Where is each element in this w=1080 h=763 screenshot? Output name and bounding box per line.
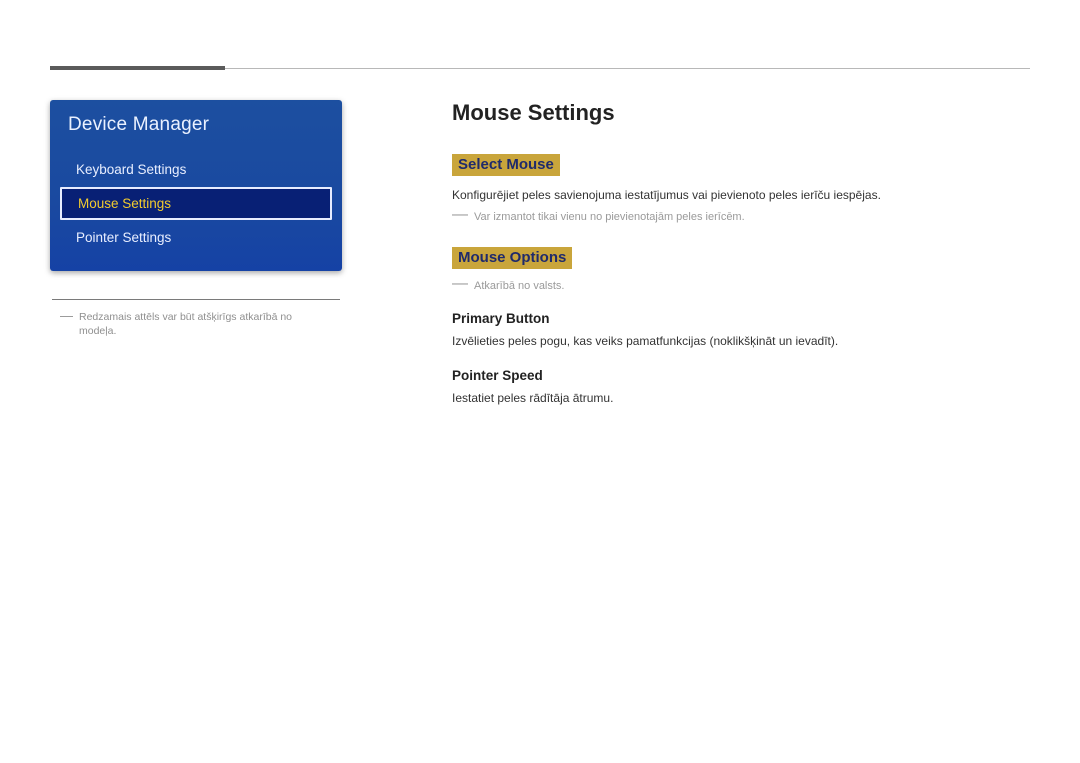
sidebar-footnote-text: Redzamais attēls var būt atšķirīgs atkar… [79, 310, 332, 338]
section-heading: Mouse Options [452, 247, 572, 269]
content-row: Device Manager Keyboard Settings Mouse S… [50, 100, 1030, 413]
dash-icon: ― [452, 207, 468, 223]
sidebar-item-label: Pointer Settings [76, 230, 171, 245]
section-note: ― Var izmantot tikai vienu no pievienota… [452, 210, 1030, 225]
section-heading: Select Mouse [452, 154, 560, 176]
subsection-heading-pointer-speed: Pointer Speed [452, 368, 1030, 383]
subsection-heading-primary-button: Primary Button [452, 311, 1030, 326]
sidebar-item-pointer-settings[interactable]: Pointer Settings [50, 222, 342, 253]
page-title: Mouse Settings [452, 100, 1030, 126]
device-manager-panel: Device Manager Keyboard Settings Mouse S… [50, 100, 342, 271]
section-note-text: Atkarībā no valsts. [474, 279, 565, 294]
sidebar-item-label: Mouse Settings [78, 196, 171, 211]
section-select-mouse: Select Mouse Konfigurējiet peles savieno… [452, 154, 1030, 225]
sidebar-item-label: Keyboard Settings [76, 162, 186, 177]
section-body: Konfigurējiet peles savienojuma iestatīj… [452, 186, 1030, 204]
dash-icon: ― [452, 276, 468, 292]
dash-icon: ― [60, 309, 73, 322]
header-accent [50, 66, 225, 70]
sidebar-divider [52, 299, 340, 300]
subsection-body: Iestatiet peles rādītāja ātrumu. [452, 389, 1030, 407]
page: Device Manager Keyboard Settings Mouse S… [0, 0, 1080, 763]
section-note: ― Atkarībā no valsts. [452, 279, 1030, 294]
section-mouse-options: Mouse Options ― Atkarībā no valsts. Prim… [452, 247, 1030, 406]
section-note-text: Var izmantot tikai vienu no pievienotajā… [474, 210, 745, 225]
panel-title: Device Manager [50, 100, 342, 154]
sidebar-column: Device Manager Keyboard Settings Mouse S… [50, 100, 342, 413]
main-column: Mouse Settings Select Mouse Konfigurējie… [452, 100, 1030, 413]
sidebar-footnote: ― Redzamais attēls var būt atšķirīgs atk… [60, 310, 332, 338]
sidebar-item-mouse-settings[interactable]: Mouse Settings [60, 187, 332, 220]
subsection-body: Izvēlieties peles pogu, kas veiks pamatf… [452, 332, 1030, 350]
sidebar-item-keyboard-settings[interactable]: Keyboard Settings [50, 154, 342, 185]
